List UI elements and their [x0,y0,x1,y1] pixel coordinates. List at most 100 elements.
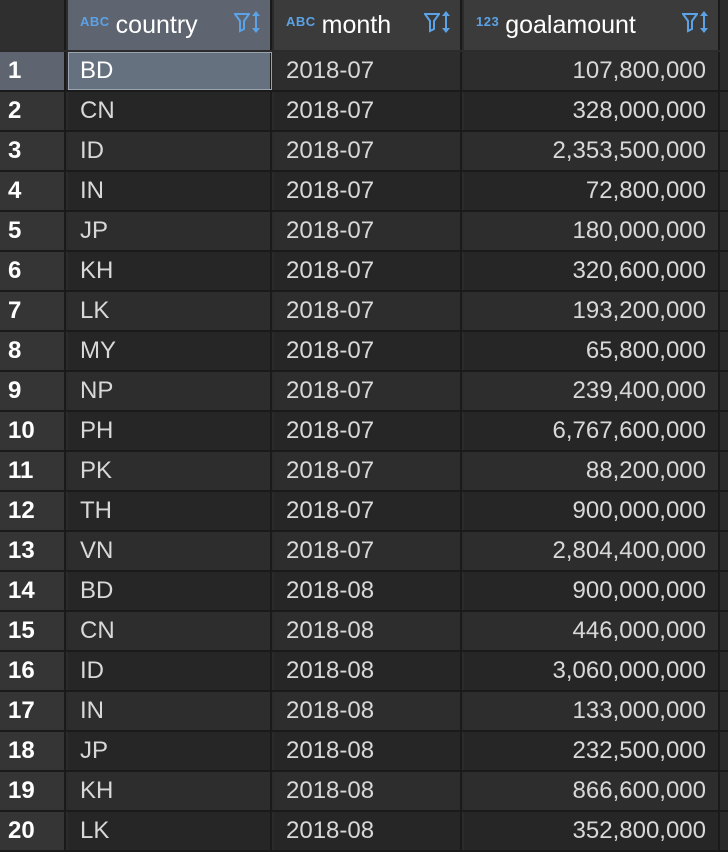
cell-month[interactable]: 2018-08 [274,812,462,850]
cell-goalamount[interactable]: 65,800,000 [464,332,720,370]
cell-goalamount[interactable]: 446,000,000 [464,612,720,650]
cell-goalamount[interactable]: 3,060,000,000 [464,652,720,690]
cell-country[interactable]: BD [68,52,272,90]
cell-month[interactable]: 2018-08 [274,772,462,810]
cell-goalamount[interactable]: 88,200,000 [464,452,720,490]
cell-goalamount[interactable]: 193,200,000 [464,292,720,330]
column-header-month[interactable]: ABC month [274,0,462,50]
row-number[interactable]: 10 [0,412,66,450]
table-row[interactable]: 11 PK 2018-07 88,200,000 [0,452,728,492]
cell-country[interactable]: CN [68,612,272,650]
row-number[interactable]: 6 [0,252,66,290]
cell-country[interactable]: KH [68,252,272,290]
cell-country[interactable]: LK [68,812,272,850]
cell-country[interactable]: PK [68,452,272,490]
row-number-header[interactable] [0,0,66,50]
table-row[interactable]: 6 KH 2018-07 320,600,000 [0,252,728,292]
table-row[interactable]: 7 LK 2018-07 193,200,000 [0,292,728,332]
row-number[interactable]: 17 [0,692,66,730]
table-row[interactable]: 8 MY 2018-07 65,800,000 [0,332,728,372]
cell-goalamount[interactable]: 72,800,000 [464,172,720,210]
cell-month[interactable]: 2018-08 [274,572,462,610]
row-number[interactable]: 3 [0,132,66,170]
column-header-country[interactable]: ABC country [68,0,272,50]
sort-icon[interactable] [698,10,710,41]
row-number[interactable]: 1 [0,52,66,90]
cell-country[interactable]: IN [68,172,272,210]
cell-month[interactable]: 2018-07 [274,532,462,570]
cell-goalamount[interactable]: 239,400,000 [464,372,720,410]
cell-country[interactable]: BD [68,572,272,610]
cell-goalamount[interactable]: 328,000,000 [464,92,720,130]
cell-goalamount[interactable]: 900,000,000 [464,572,720,610]
cell-goalamount[interactable]: 133,000,000 [464,692,720,730]
cell-month[interactable]: 2018-07 [274,92,462,130]
cell-country[interactable]: VN [68,532,272,570]
row-number[interactable]: 14 [0,572,66,610]
table-row[interactable]: 13 VN 2018-07 2,804,400,000 [0,532,728,572]
sort-icon[interactable] [440,10,452,41]
cell-month[interactable]: 2018-07 [274,172,462,210]
table-row[interactable]: 20 LK 2018-08 352,800,000 [0,812,728,852]
cell-month[interactable]: 2018-08 [274,692,462,730]
cell-month[interactable]: 2018-07 [274,132,462,170]
row-number[interactable]: 7 [0,292,66,330]
cell-month[interactable]: 2018-07 [274,452,462,490]
table-row[interactable]: 5 JP 2018-07 180,000,000 [0,212,728,252]
cell-month[interactable]: 2018-07 [274,332,462,370]
cell-country[interactable]: TH [68,492,272,530]
cell-country[interactable]: JP [68,212,272,250]
table-row[interactable]: 19 KH 2018-08 866,600,000 [0,772,728,812]
row-number[interactable]: 19 [0,772,66,810]
cell-goalamount[interactable]: 2,804,400,000 [464,532,720,570]
cell-country[interactable]: MY [68,332,272,370]
cell-country[interactable]: KH [68,772,272,810]
row-number[interactable]: 11 [0,452,66,490]
cell-goalamount[interactable]: 2,353,500,000 [464,132,720,170]
cell-goalamount[interactable]: 866,600,000 [464,772,720,810]
column-header-goalamount[interactable]: 123 goalamount [464,0,720,50]
row-number[interactable]: 15 [0,612,66,650]
table-row[interactable]: 12 TH 2018-07 900,000,000 [0,492,728,532]
row-number[interactable]: 18 [0,732,66,770]
table-row[interactable]: 17 IN 2018-08 133,000,000 [0,692,728,732]
cell-month[interactable]: 2018-08 [274,612,462,650]
cell-month[interactable]: 2018-07 [274,292,462,330]
row-number[interactable]: 16 [0,652,66,690]
filter-icon[interactable] [233,11,251,40]
table-row[interactable]: 9 NP 2018-07 239,400,000 [0,372,728,412]
cell-country[interactable]: ID [68,132,272,170]
cell-country[interactable]: LK [68,292,272,330]
table-row[interactable]: 14 BD 2018-08 900,000,000 [0,572,728,612]
cell-country[interactable]: NP [68,372,272,410]
filter-icon[interactable] [423,11,441,40]
table-row[interactable]: 16 ID 2018-08 3,060,000,000 [0,652,728,692]
cell-country[interactable]: CN [68,92,272,130]
cell-country[interactable]: ID [68,652,272,690]
cell-goalamount[interactable]: 180,000,000 [464,212,720,250]
cell-month[interactable]: 2018-07 [274,252,462,290]
table-row[interactable]: 1 BD 2018-07 107,800,000 [0,52,728,92]
cell-goalamount[interactable]: 900,000,000 [464,492,720,530]
cell-month[interactable]: 2018-08 [274,652,462,690]
cell-country[interactable]: PH [68,412,272,450]
cell-month[interactable]: 2018-08 [274,732,462,770]
table-row[interactable]: 15 CN 2018-08 446,000,000 [0,612,728,652]
row-number[interactable]: 5 [0,212,66,250]
row-number[interactable]: 12 [0,492,66,530]
table-row[interactable]: 3 ID 2018-07 2,353,500,000 [0,132,728,172]
row-number[interactable]: 8 [0,332,66,370]
cell-month[interactable]: 2018-07 [274,412,462,450]
sort-icon[interactable] [250,10,262,41]
cell-goalamount[interactable]: 6,767,600,000 [464,412,720,450]
cell-goalamount[interactable]: 352,800,000 [464,812,720,850]
filter-icon[interactable] [681,11,699,40]
table-row[interactable]: 10 PH 2018-07 6,767,600,000 [0,412,728,452]
row-number[interactable]: 2 [0,92,66,130]
cell-month[interactable]: 2018-07 [274,492,462,530]
cell-month[interactable]: 2018-07 [274,212,462,250]
table-row[interactable]: 4 IN 2018-07 72,800,000 [0,172,728,212]
table-row[interactable]: 18 JP 2018-08 232,500,000 [0,732,728,772]
row-number[interactable]: 4 [0,172,66,210]
row-number[interactable]: 13 [0,532,66,570]
